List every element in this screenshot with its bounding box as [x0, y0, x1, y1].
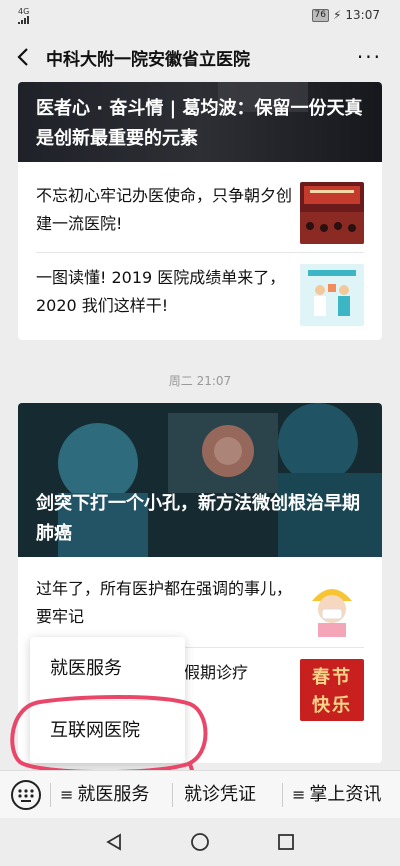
more-options-icon[interactable]: ···	[357, 47, 382, 67]
thumbnail-text: 春节	[312, 667, 352, 688]
nav-bar: 中科大附一院安徽省立医院 ···	[0, 32, 400, 82]
signal-icon: 4G	[18, 8, 36, 26]
article-row[interactable]: 过年了，所有医护都在强调的事儿，要牢记	[18, 565, 382, 645]
divider	[282, 783, 283, 807]
keyboard-icon[interactable]	[10, 779, 42, 811]
submenu-item-medical-service[interactable]: 就医服务	[30, 639, 185, 699]
system-home-icon[interactable]	[190, 832, 210, 852]
article-row[interactable]: 一图读懂! 2019 医院成绩单来了，2020 我们这样干!	[18, 254, 382, 334]
clock: 13:07	[345, 8, 380, 22]
article-thumbnail	[300, 264, 364, 326]
back-arrow-icon[interactable]	[14, 44, 34, 70]
signal-label: 4G	[18, 7, 30, 16]
menu-list-icon: ≡	[292, 785, 306, 804]
article-thumbnail	[300, 575, 364, 637]
status-bar: 4G 76 ⚡ 13:07	[0, 0, 400, 32]
message-timestamp: 周二 21:07	[168, 374, 232, 388]
system-back-icon[interactable]	[104, 832, 124, 852]
system-recents-icon[interactable]	[276, 832, 296, 852]
divider	[36, 252, 364, 253]
page-title: 中科大附一院安徽省立医院	[46, 50, 250, 70]
system-navigation-bar	[0, 818, 400, 866]
hero-article-2[interactable]: 剑突下打一个小孔，新方法微创根治早期肺癌	[18, 403, 382, 557]
hero-article-1[interactable]: 医者心 · 奋斗情 | 葛均波：保留一份天真是创新最重要的元素	[18, 82, 382, 162]
submenu-popup: 就医服务 互联网医院	[30, 637, 185, 763]
article-row[interactable]: 不忘初心牢记办医使命，只争朝夕创建一流医院!	[18, 172, 382, 252]
menu-list-icon: ≡	[60, 785, 74, 804]
signal-bars-icon	[18, 16, 29, 24]
menu-item-visit-certificate[interactable]: 就诊凭证	[184, 771, 256, 819]
article-title: 不忘初心牢记办医使命，只争朝夕创建一流医院!	[36, 186, 293, 233]
divider	[50, 783, 51, 807]
hero-title-2: 剑突下打一个小孔，新方法微创根治早期肺癌	[36, 493, 360, 544]
thumbnail-text: 快乐	[312, 695, 352, 716]
official-account-menu-bar: ≡ 就医服务 就诊凭证 ≡ 掌上资讯	[0, 770, 400, 818]
divider	[172, 783, 173, 807]
article-title: 过年了，所有医护都在强调的事儿，要牢记	[36, 579, 293, 626]
menu-item-label: 掌上资讯	[309, 784, 382, 805]
menu-item-mobile-news[interactable]: ≡ 掌上资讯	[292, 771, 381, 819]
article-title: 一图读懂! 2019 医院成绩单来了，2020 我们这样干!	[36, 268, 286, 315]
article-thumbnail	[300, 182, 364, 244]
hero-title-1: 医者心 · 奋斗情 | 葛均波：保留一份天真是创新最重要的元素	[36, 98, 363, 149]
menu-item-label: 就医服务	[77, 784, 150, 805]
charging-icon: ⚡	[332, 8, 342, 22]
article-card-1: 医者心 · 奋斗情 | 葛均波：保留一份天真是创新最重要的元素 不忘初心牢记办医…	[18, 82, 382, 340]
battery-icon: 76	[311, 8, 329, 22]
submenu-item-internet-hospital[interactable]: 互联网医院	[30, 701, 185, 761]
article-title: 节假期诊疗	[168, 663, 249, 682]
spring-festival-thumbnail: 春节 快乐	[300, 659, 364, 721]
menu-item-medical-service[interactable]: ≡ 就医服务	[60, 771, 149, 819]
